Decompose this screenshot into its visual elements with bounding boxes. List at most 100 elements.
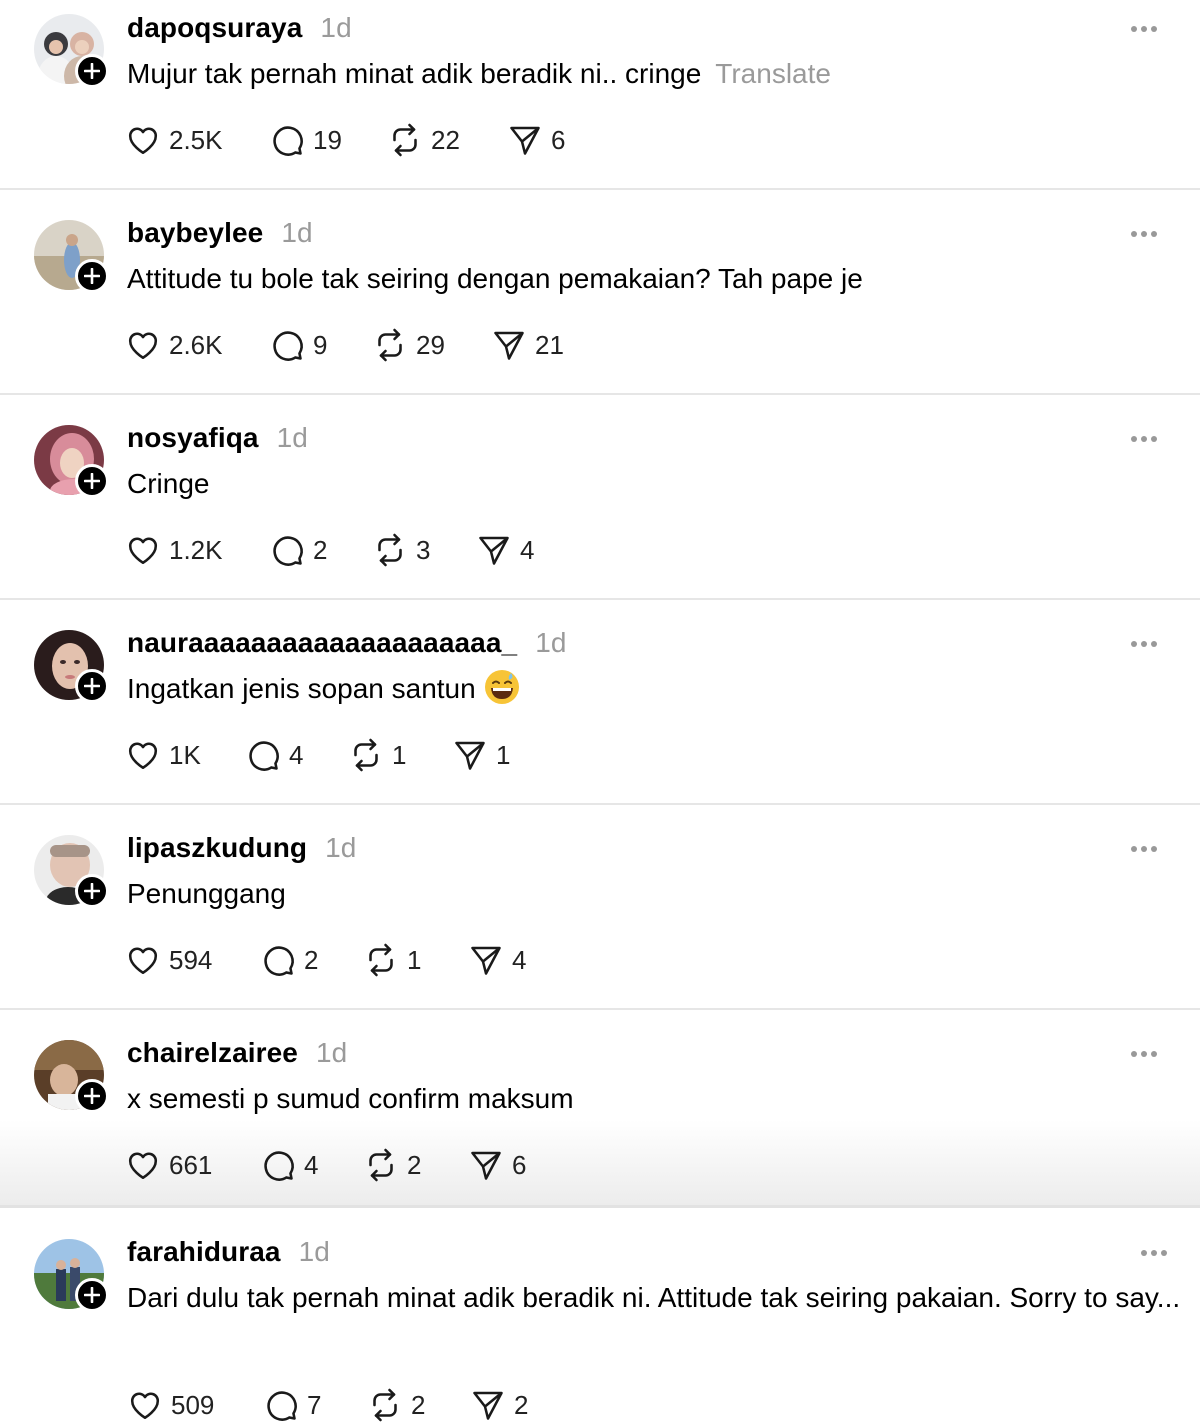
- comment-bubble-icon: [267, 1391, 297, 1421]
- more-options-icon[interactable]: [1131, 26, 1161, 34]
- repost-count: 29: [416, 329, 445, 360]
- translate-link[interactable]: Translate: [715, 58, 831, 89]
- reply-button[interactable]: 4: [260, 1145, 318, 1185]
- follow-plus-icon[interactable]: [75, 464, 109, 498]
- divider: [0, 803, 1200, 805]
- repost-icon: [354, 738, 378, 772]
- post-time: 1d: [281, 217, 313, 248]
- repost-button[interactable]: 29: [372, 325, 445, 365]
- repost-button[interactable]: 1: [363, 940, 421, 980]
- more-options-icon[interactable]: [1131, 231, 1161, 239]
- share-button[interactable]: 1: [452, 735, 510, 775]
- username[interactable]: dapoqsuraya 1d: [127, 12, 352, 44]
- reply-count: 19: [313, 124, 342, 155]
- repost-button[interactable]: 2: [367, 1385, 425, 1424]
- more-options-icon[interactable]: [1131, 846, 1161, 854]
- repost-button[interactable]: 1: [348, 735, 406, 775]
- more-options-icon[interactable]: [1131, 1051, 1161, 1059]
- like-count: 594: [169, 944, 213, 975]
- follow-plus-icon[interactable]: [75, 874, 109, 908]
- reply-count: 9: [313, 329, 328, 360]
- heart-icon: [128, 537, 158, 565]
- reply-button[interactable]: 19: [269, 120, 342, 160]
- repost-count: 3: [416, 534, 431, 565]
- like-button[interactable]: 2.6K: [125, 325, 223, 365]
- share-button[interactable]: 21: [491, 325, 564, 365]
- divider: [0, 598, 1200, 600]
- share-button[interactable]: 4: [468, 940, 526, 980]
- like-count: 1.2K: [169, 534, 223, 565]
- post-text: x semesti p sumud confirm maksum: [127, 1083, 574, 1114]
- repost-button[interactable]: 3: [372, 530, 430, 570]
- username[interactable]: farahiduraa 1d: [127, 1236, 330, 1268]
- username[interactable]: baybeylee 1d: [127, 217, 313, 249]
- reply-button[interactable]: 7: [263, 1385, 321, 1424]
- like-count: 661: [169, 1149, 213, 1180]
- share-count: 21: [535, 329, 564, 360]
- heart-icon: [130, 1392, 160, 1420]
- repost-count: 1: [392, 739, 407, 770]
- like-button[interactable]: 1.2K: [125, 530, 223, 570]
- comment-bubble-icon: [264, 1151, 294, 1181]
- reply-count: 2: [304, 944, 319, 975]
- share-count: 4: [512, 944, 527, 975]
- post-text: Attitude tu bole tak seiring dengan pema…: [127, 263, 863, 294]
- follow-plus-icon[interactable]: [75, 259, 109, 293]
- repost-button[interactable]: 22: [387, 120, 460, 160]
- post-time: 1d: [325, 832, 357, 863]
- repost-icon: [378, 328, 402, 362]
- share-button[interactable]: 6: [468, 1145, 526, 1185]
- repost-count: 2: [411, 1389, 426, 1420]
- post-text: Penunggang: [127, 878, 286, 909]
- follow-plus-icon[interactable]: [75, 54, 109, 88]
- comment-bubble-icon: [264, 946, 294, 976]
- follow-plus-icon[interactable]: [75, 669, 109, 703]
- post-text: Ingatkan jenis sopan santun: [127, 668, 1177, 710]
- divider: [0, 1205, 1200, 1208]
- repost-icon: [393, 123, 417, 157]
- like-button[interactable]: 2.5K: [125, 120, 223, 160]
- reply-button[interactable]: 4: [245, 735, 303, 775]
- username[interactable]: chairelzairee 1d: [127, 1037, 347, 1069]
- send-paper-plane-icon: [494, 331, 524, 360]
- reply-button[interactable]: 2: [269, 530, 327, 570]
- repost-button[interactable]: 2: [363, 1145, 421, 1185]
- repost-count: 2: [407, 1149, 422, 1180]
- share-count: 4: [520, 534, 535, 565]
- reply-count: 4: [289, 739, 304, 770]
- share-count: 1: [496, 739, 511, 770]
- share-button[interactable]: 6: [507, 120, 565, 160]
- reply-count: 2: [313, 534, 328, 565]
- username[interactable]: lipaszkudung 1d: [127, 832, 356, 864]
- username[interactable]: nauraaaaaaaaaaaaaaaaaaaa_ 1d: [127, 627, 567, 659]
- follow-plus-icon[interactable]: [75, 1079, 109, 1113]
- post-time: 1d: [535, 627, 567, 658]
- like-button[interactable]: 1K: [125, 735, 201, 775]
- like-button[interactable]: 594: [125, 940, 212, 980]
- post-time: 1d: [276, 422, 308, 453]
- share-count: 2: [514, 1389, 529, 1420]
- like-button[interactable]: 661: [125, 1145, 212, 1185]
- more-options-icon[interactable]: [1131, 436, 1161, 444]
- reply-count: 4: [304, 1149, 319, 1180]
- like-button[interactable]: 509: [127, 1385, 214, 1424]
- grinning-face-with-sweat-emoji-icon: [484, 670, 519, 704]
- more-options-icon[interactable]: [1141, 1250, 1171, 1258]
- send-paper-plane-icon: [479, 536, 509, 565]
- share-button[interactable]: 4: [476, 530, 534, 570]
- share-count: 6: [551, 124, 566, 155]
- more-options-icon[interactable]: [1131, 641, 1161, 649]
- send-paper-plane-icon: [510, 126, 540, 155]
- divider: [0, 188, 1200, 190]
- username[interactable]: nosyafiqa 1d: [127, 422, 308, 454]
- share-count: 6: [512, 1149, 527, 1180]
- follow-plus-icon[interactable]: [75, 1278, 109, 1312]
- send-paper-plane-icon: [471, 1151, 501, 1180]
- like-count: 2.6K: [169, 329, 223, 360]
- reply-count: 7: [307, 1389, 322, 1420]
- comment-bubble-icon: [249, 741, 279, 771]
- reply-button[interactable]: 9: [269, 325, 327, 365]
- repost-icon: [373, 1388, 397, 1422]
- reply-button[interactable]: 2: [260, 940, 318, 980]
- share-button[interactable]: 2: [470, 1385, 528, 1424]
